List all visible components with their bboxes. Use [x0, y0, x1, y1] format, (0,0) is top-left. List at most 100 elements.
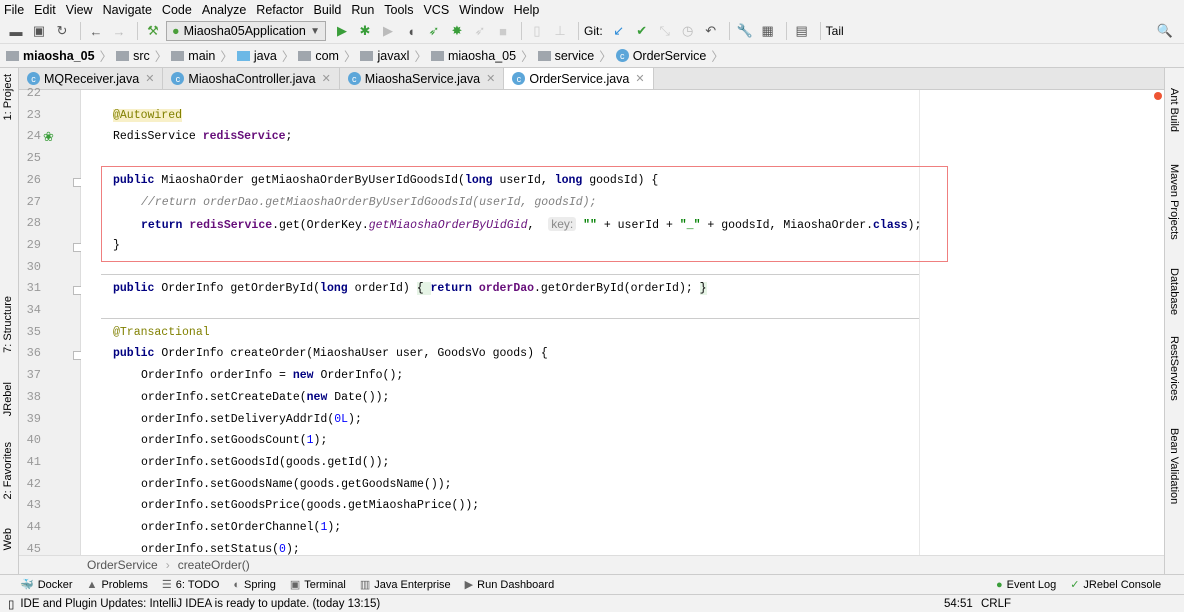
breadcrumb-item[interactable]: javaxl 〉 — [360, 46, 427, 65]
menu-code[interactable]: Code — [162, 3, 192, 17]
menu-refactor[interactable]: Refactor — [256, 3, 303, 17]
close-icon[interactable]: ✕ — [486, 72, 495, 85]
back-icon[interactable]: ← — [86, 21, 106, 41]
code-token: long — [320, 282, 355, 296]
sync-icon[interactable]: ↻ — [52, 21, 72, 41]
open-folder-icon[interactable]: ▬ — [6, 21, 26, 41]
error-indicator-icon[interactable] — [1154, 92, 1162, 100]
close-icon[interactable]: ✕ — [635, 72, 644, 85]
menu-view[interactable]: View — [66, 3, 93, 17]
git-commit-icon[interactable]: ✔ — [632, 21, 652, 41]
build-hammer-icon[interactable]: ⚒ — [143, 21, 163, 41]
close-icon[interactable]: ✕ — [322, 72, 331, 85]
forward-icon[interactable]: → — [109, 21, 129, 41]
tasks-icon[interactable]: ▤ — [792, 21, 812, 41]
status-message[interactable]: IDE and Plugin Updates: IntelliJ IDEA is… — [20, 598, 380, 610]
caret-position[interactable]: 54:51 — [944, 598, 973, 610]
folder-icon — [171, 50, 185, 61]
save-icon[interactable]: ▣ — [29, 21, 49, 41]
coverage-icon[interactable]: ▶ — [378, 21, 398, 41]
line-number: 30 — [26, 259, 41, 274]
search-icon[interactable]: 🔍 — [1155, 21, 1175, 41]
menu-window[interactable]: Window — [459, 3, 503, 17]
docker-icon: 🐳 — [20, 579, 34, 591]
breadcrumb-item[interactable]: java 〉 — [236, 46, 294, 65]
code-token: "" — [583, 219, 597, 233]
tab-miaoshacontroller[interactable]: c MiaoshaController.java ✕ — [163, 68, 340, 89]
debug-icon[interactable]: ✱ — [355, 21, 375, 41]
line-separator[interactable]: CRLF — [981, 598, 1011, 610]
tool-window--todo[interactable]: ☰ 6: TODO — [162, 578, 219, 592]
close-icon[interactable]: ✕ — [145, 72, 154, 85]
run-icon[interactable]: ▶ — [332, 21, 352, 41]
git-history-icon[interactable]: ◷ — [678, 21, 698, 41]
code-token: @Autowired — [113, 108, 183, 122]
jrebel-debug-icon[interactable]: ✸ — [447, 21, 467, 41]
breadcrumb-item[interactable]: src 〉 — [116, 46, 167, 65]
spring-bean-gutter-icon[interactable]: ❀ — [43, 129, 54, 145]
update-running-icon[interactable]: ▯ — [527, 21, 547, 41]
menu-run[interactable]: Run — [351, 3, 374, 17]
jrebel-run-icon[interactable]: ➶ — [424, 21, 444, 41]
tool-window-spring[interactable]: ◐ Spring — [233, 579, 275, 591]
run-configuration-select[interactable]: ● Miaosha05Application ▼ — [166, 21, 326, 41]
breadcrumb-item[interactable]: miaosha_05 〉 — [6, 46, 112, 65]
menu-edit[interactable]: Edit — [34, 3, 56, 17]
code-editor[interactable]: @Autowired RedisService redisService; publ… — [81, 90, 1164, 555]
deploy-icon[interactable]: ⊥ — [550, 21, 570, 41]
menu-analyze[interactable]: Analyze — [202, 3, 246, 17]
tool-window-terminal[interactable]: ▣ Terminal — [290, 578, 346, 592]
restservices-tool-button[interactable]: RestServices — [1168, 336, 1180, 401]
stop-icon[interactable]: ■ — [493, 21, 513, 41]
breadcrumb-item[interactable]: com 〉 — [298, 46, 356, 65]
breadcrumb: miaosha_05 〉 src 〉 main 〉 java 〉 com 〉 javaxl 〉 miao… — [0, 44, 1184, 68]
breadcrumb-item[interactable]: service 〉 — [537, 46, 612, 65]
menu-help[interactable]: Help — [514, 3, 540, 17]
code-token: public — [113, 282, 162, 296]
tool-window-jrebel-console[interactable]: ✓ JRebel Console — [1070, 578, 1161, 592]
tool-window-run-dashboard[interactable]: ▶ Run Dashboard — [465, 578, 555, 592]
code-line: } — [113, 236, 120, 256]
favorites-tool-button[interactable]: 2: Favorites — [2, 442, 14, 499]
tool-window-event-log[interactable]: ● Event Log — [996, 578, 1056, 591]
tool-window-problems[interactable]: ▲ Problems — [87, 579, 148, 591]
menu-tools[interactable]: Tools — [384, 3, 413, 17]
crumb-class[interactable]: OrderService — [87, 558, 158, 572]
web-tool-button[interactable]: Web — [2, 528, 14, 550]
bean-validation-tool-button[interactable]: Bean Validation — [1168, 428, 1180, 504]
breadcrumb-item[interactable]: miaosha_05 〉 — [430, 46, 534, 65]
code-token: .get(OrderKey. — [272, 219, 369, 233]
git-revert-icon[interactable]: ↶ — [701, 21, 721, 41]
menu-vcs[interactable]: VCS — [423, 3, 449, 17]
code-line: orderInfo.setGoodsName(goods.getGoodsNam… — [141, 475, 452, 495]
maven-projects-tool-button[interactable]: Maven Projects — [1168, 164, 1180, 240]
breadcrumb-item[interactable]: main 〉 — [171, 46, 233, 65]
jrebel-disabled-icon[interactable]: ➶ — [470, 21, 490, 41]
database-tool-button[interactable]: Database — [1168, 268, 1180, 315]
project-tool-button[interactable]: 1: Project — [2, 74, 14, 120]
chevron-right-icon: 〉 — [521, 50, 534, 64]
tab-miaoshaservice[interactable]: c MiaoshaService.java ✕ — [340, 68, 505, 89]
breadcrumb-item[interactable]: c OrderService 〉 — [615, 46, 724, 65]
project-structure-icon[interactable]: ▦ — [758, 21, 778, 41]
git-update-icon[interactable]: ↙ — [609, 21, 629, 41]
structure-tool-button[interactable]: 7: Structure — [2, 296, 14, 353]
jrebel-tool-button[interactable]: JRebel — [2, 382, 14, 416]
chevron-right-icon: 〉 — [343, 50, 357, 64]
menu-navigate[interactable]: Navigate — [103, 3, 152, 17]
code-token: { — [416, 282, 431, 296]
settings-wrench-icon[interactable]: 🔧 — [735, 21, 755, 41]
code-token: redisService — [202, 130, 286, 144]
tool-window-java-enterprise[interactable]: ▥ Java Enterprise — [360, 578, 451, 592]
right-tool-stripe: Ant Build Maven Projects Database RestSe… — [1164, 68, 1184, 574]
menu-file[interactable]: File — [4, 3, 24, 17]
code-token: return — [141, 219, 190, 233]
crumb-method[interactable]: createOrder() — [178, 558, 250, 572]
git-compare-icon[interactable]: ⤡ — [655, 21, 675, 41]
tool-window-docker[interactable]: 🐳 Docker — [20, 578, 73, 592]
ant-build-tool-button[interactable]: Ant Build — [1168, 88, 1180, 132]
menu-build[interactable]: Build — [314, 3, 342, 17]
tab-orderservice[interactable]: c OrderService.java ✕ — [504, 68, 654, 89]
tail-button[interactable]: Tail — [826, 24, 844, 38]
profile-icon[interactable]: ◖ — [401, 21, 421, 41]
